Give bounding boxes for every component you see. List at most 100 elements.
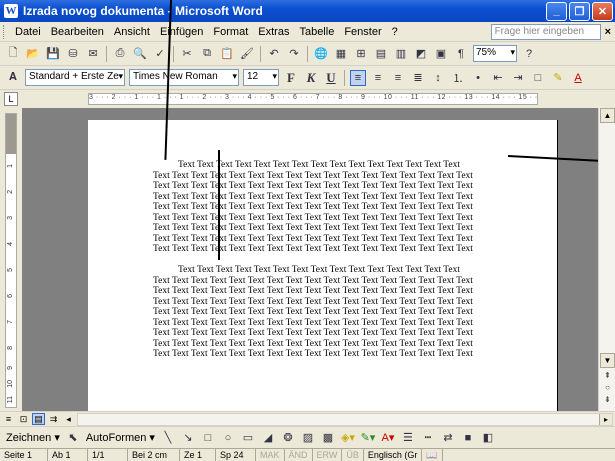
- arrow-style-icon[interactable]: ⇄: [440, 430, 456, 446]
- permission-icon[interactable]: ⛁: [65, 46, 81, 62]
- italic-button[interactable]: K: [303, 70, 319, 86]
- decrease-indent-icon[interactable]: ⇤: [490, 70, 506, 86]
- wordart-icon[interactable]: ◢: [260, 430, 276, 446]
- columns-icon[interactable]: ▥: [393, 46, 409, 62]
- print-icon[interactable]: ⎙: [112, 46, 128, 62]
- line-style-icon[interactable]: ☰: [400, 430, 416, 446]
- tables-borders-icon[interactable]: ▦: [333, 46, 349, 62]
- menu-help[interactable]: ?: [387, 26, 403, 38]
- menu-ansicht[interactable]: Ansicht: [109, 26, 155, 38]
- close-document-icon[interactable]: ×: [605, 26, 611, 38]
- outline-view-icon[interactable]: ⇉: [47, 413, 60, 425]
- textbox-icon[interactable]: ▭: [240, 430, 256, 446]
- status-macro-recorder[interactable]: MAK: [256, 449, 285, 461]
- align-right-icon[interactable]: ≡: [390, 70, 406, 86]
- picture-icon[interactable]: ▩: [320, 430, 336, 446]
- insert-excel-icon[interactable]: ▤: [373, 46, 389, 62]
- 3d-style-icon[interactable]: ◧: [480, 430, 496, 446]
- bullets-icon[interactable]: •: [470, 70, 486, 86]
- scroll-left-arrow-icon[interactable]: ◂: [62, 413, 75, 425]
- bold-button[interactable]: F: [283, 70, 299, 86]
- show-formatting-icon[interactable]: ¶: [453, 46, 469, 62]
- document-page[interactable]: Text Text Text Text Text Text Text Text …: [88, 120, 558, 411]
- menu-fenster[interactable]: Fenster: [339, 26, 386, 38]
- document-map-icon[interactable]: ▣: [433, 46, 449, 62]
- save-icon[interactable]: 💾: [45, 46, 61, 62]
- align-center-icon[interactable]: ≡: [370, 70, 386, 86]
- menu-format[interactable]: Format: [208, 26, 253, 38]
- paragraph-2[interactable]: Text Text Text Text Text Text Text Text …: [153, 265, 503, 360]
- font-combo[interactable]: Times New Roman: [129, 69, 239, 86]
- normal-view-icon[interactable]: ≡: [2, 413, 15, 425]
- scroll-down-arrow-icon[interactable]: ▼: [600, 353, 615, 368]
- word-app-icon[interactable]: W: [4, 4, 18, 18]
- redo-icon[interactable]: ↷: [286, 46, 302, 62]
- line-spacing-icon[interactable]: ↕: [430, 70, 446, 86]
- draw-menu-button[interactable]: Zeichnen ▾: [3, 431, 63, 444]
- help-icon[interactable]: ?: [521, 46, 537, 62]
- help-question-input[interactable]: Frage hier eingeben: [490, 23, 601, 40]
- previous-page-icon[interactable]: ⇞: [600, 370, 615, 381]
- status-language[interactable]: Englisch (Gr: [364, 449, 423, 461]
- scroll-right-arrow-icon[interactable]: ▸: [599, 413, 612, 425]
- print-preview-icon[interactable]: 🔍: [132, 46, 148, 62]
- increase-indent-icon[interactable]: ⇥: [510, 70, 526, 86]
- undo-icon[interactable]: ↶: [266, 46, 282, 62]
- font-color-icon[interactable]: A: [570, 70, 586, 86]
- next-page-icon[interactable]: ⇟: [600, 394, 615, 405]
- cut-icon[interactable]: ✂: [179, 46, 195, 62]
- select-objects-icon[interactable]: ⬉: [65, 430, 81, 446]
- vertical-scrollbar[interactable]: ▲ ▼ ⇞ ○ ⇟: [598, 108, 615, 411]
- menu-einfuegen[interactable]: Einfügen: [155, 26, 208, 38]
- hyperlink-icon[interactable]: 🌐: [313, 46, 329, 62]
- numbering-icon[interactable]: ⒈: [450, 70, 466, 86]
- styles-pane-icon[interactable]: 𝐀: [5, 70, 21, 86]
- horizontal-scrollbar[interactable]: ▸: [77, 412, 613, 426]
- justify-icon[interactable]: ≣: [410, 70, 426, 86]
- autoshapes-menu-button[interactable]: AutoFormen ▾: [83, 431, 158, 444]
- line-tool-icon[interactable]: ╲: [160, 430, 176, 446]
- status-extend[interactable]: ERW: [313, 449, 343, 461]
- align-left-icon[interactable]: ≡: [350, 69, 366, 86]
- web-view-icon[interactable]: ⊡: [17, 413, 30, 425]
- close-button[interactable]: ✕: [592, 1, 613, 21]
- shadow-style-icon[interactable]: ■: [460, 430, 476, 446]
- open-folder-icon[interactable]: 📂: [25, 46, 41, 62]
- browse-object-icon[interactable]: ○: [600, 382, 615, 393]
- vertical-ruler[interactable]: 1 2 3 4 5 6 7 8 9 10 11: [0, 108, 22, 411]
- insert-table-icon[interactable]: ⊞: [353, 46, 369, 62]
- email-icon[interactable]: ✉: [85, 46, 101, 62]
- style-combo[interactable]: Standard + Erste Ze: [25, 69, 125, 86]
- scroll-up-arrow-icon[interactable]: ▲: [600, 108, 615, 123]
- menu-datei[interactable]: Datei: [10, 26, 46, 38]
- spelling-status-icon[interactable]: 📖: [422, 449, 443, 461]
- maximize-button[interactable]: ❐: [569, 1, 590, 21]
- zoom-combo[interactable]: 75%: [473, 45, 517, 62]
- line-color-icon[interactable]: ✎▾: [360, 430, 376, 446]
- font-size-combo[interactable]: 12: [243, 69, 279, 86]
- menubar-grip[interactable]: [3, 24, 6, 39]
- tab-selector[interactable]: L: [4, 92, 18, 106]
- status-track-changes[interactable]: ÄND: [285, 449, 313, 461]
- arrow-tool-icon[interactable]: ↘: [180, 430, 196, 446]
- paragraph-1[interactable]: Text Text Text Text Text Text Text Text …: [153, 160, 503, 255]
- dash-style-icon[interactable]: ┅: [420, 430, 436, 446]
- oval-tool-icon[interactable]: ○: [220, 430, 236, 446]
- menu-bearbeiten[interactable]: Bearbeiten: [46, 26, 109, 38]
- fill-color-icon[interactable]: ◈▾: [340, 430, 356, 446]
- copy-icon[interactable]: ⧉: [199, 46, 215, 62]
- underline-button[interactable]: U: [323, 70, 339, 86]
- spelling-icon[interactable]: ✓: [152, 46, 168, 62]
- new-document-icon[interactable]: 🗋: [5, 46, 21, 62]
- rectangle-tool-icon[interactable]: □: [200, 430, 216, 446]
- horizontal-ruler[interactable]: 3 · · · 2 · · · 1 · · · 1 · · · 1 · · · …: [88, 93, 538, 105]
- paste-icon[interactable]: 📋: [219, 46, 235, 62]
- menu-tabelle[interactable]: Tabelle: [294, 26, 339, 38]
- format-painter-icon[interactable]: 🖌: [239, 46, 255, 62]
- diagram-icon[interactable]: ❂: [280, 430, 296, 446]
- clipart-icon[interactable]: ▨: [300, 430, 316, 446]
- menu-extras[interactable]: Extras: [253, 26, 294, 38]
- borders-icon[interactable]: □: [530, 70, 546, 86]
- font-color-draw-icon[interactable]: A▾: [380, 430, 396, 446]
- minimize-button[interactable]: _: [546, 1, 567, 21]
